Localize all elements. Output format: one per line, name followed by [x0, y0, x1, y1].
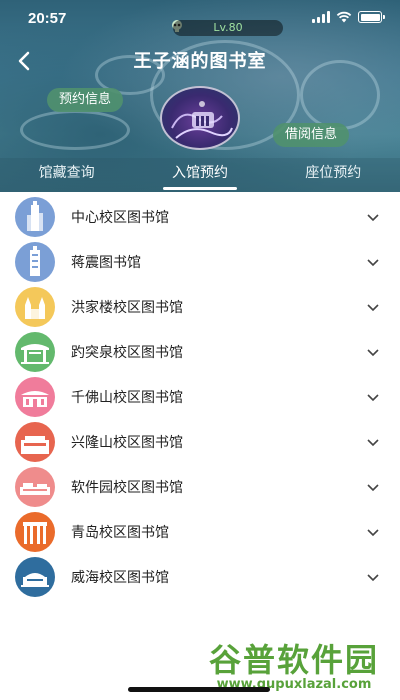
- chevron-down-icon[interactable]: [366, 525, 380, 539]
- library-name: 青岛校区图书馆: [71, 524, 169, 541]
- library-name: 千佛山校区图书馆: [71, 389, 183, 406]
- home-indicator[interactable]: [128, 687, 270, 692]
- library-building-icon: [15, 421, 55, 462]
- library-building-icon: [15, 331, 55, 372]
- library-name: 蒋震图书馆: [71, 254, 141, 271]
- library-building-icon: [15, 511, 55, 552]
- site-watermark: 谷普软件园 www.gupuxlazal.com: [196, 635, 392, 692]
- library-building-icon: [15, 286, 55, 327]
- library-item-qianfoshan[interactable]: 千佛山校区图书馆: [0, 374, 400, 419]
- watermark-brand: 谷普软件园: [208, 641, 379, 679]
- chevron-down-icon[interactable]: [366, 480, 380, 494]
- borrow-info-button[interactable]: 借阅信息: [273, 123, 350, 147]
- chevron-down-icon[interactable]: [366, 435, 380, 449]
- status-time: 20:57: [28, 10, 67, 27]
- library-item-baotuquan[interactable]: 趵突泉校区图书馆: [0, 329, 400, 374]
- library-item-software-park[interactable]: 软件园校区图书馆: [0, 464, 400, 509]
- level-badge: Lv.80: [173, 20, 283, 36]
- wifi-icon: [336, 11, 352, 23]
- library-name: 威海校区图书馆: [71, 569, 169, 586]
- reservation-info-button[interactable]: 预约信息: [47, 88, 124, 112]
- library-building-icon: [15, 556, 55, 597]
- chevron-down-icon[interactable]: [366, 345, 380, 359]
- library-name: 中心校区图书馆: [71, 209, 169, 226]
- library-name: 洪家楼校区图书馆: [71, 299, 183, 316]
- library-item-weihai[interactable]: 威海校区图书馆: [0, 554, 400, 599]
- tab-seat-reservation[interactable]: 座位预约: [267, 158, 400, 192]
- library-building-icon: [15, 376, 55, 417]
- chevron-down-icon[interactable]: [366, 300, 380, 314]
- tab-collection-search[interactable]: 馆藏查询: [0, 158, 133, 192]
- library-building-icon: [15, 241, 55, 282]
- avatar[interactable]: [160, 86, 240, 150]
- chevron-down-icon[interactable]: [366, 570, 380, 584]
- library-item-jiangzhen[interactable]: 蒋震图书馆: [0, 239, 400, 284]
- library-item-hongjialou[interactable]: 洪家楼校区图书馆: [0, 284, 400, 329]
- signal-icon: [312, 11, 330, 23]
- status-icons: [312, 11, 385, 23]
- library-list: 中心校区图书馆 蒋震图书馆 洪家楼校区图书馆 趵突泉校区图书馆 千佛山校区图书馆: [0, 194, 400, 599]
- page-title: 王子涵的图书室: [133, 51, 267, 72]
- chevron-down-icon[interactable]: [366, 255, 380, 269]
- library-item-central[interactable]: 中心校区图书馆: [0, 194, 400, 239]
- tab-bar: 馆藏查询 入馆预约 座位预约: [0, 158, 400, 192]
- chevron-down-icon[interactable]: [366, 390, 380, 404]
- chevron-down-icon[interactable]: [366, 210, 380, 224]
- battery-icon: [358, 11, 385, 23]
- library-name: 软件园校区图书馆: [71, 479, 183, 496]
- tab-entry-reservation[interactable]: 入馆预约: [133, 158, 266, 192]
- library-building-icon: [15, 466, 55, 507]
- profile-header: 20:57 Lv.80 王子涵的图书室 预约信息 借阅信息 馆藏查询 入馆预约 …: [0, 0, 400, 192]
- library-name: 趵突泉校区图书馆: [71, 344, 183, 361]
- library-building-icon: [15, 196, 55, 237]
- library-name: 兴隆山校区图书馆: [71, 434, 183, 451]
- decorative-swirl: [20, 110, 130, 150]
- library-item-qingdao[interactable]: 青岛校区图书馆: [0, 509, 400, 554]
- library-item-xinglongshan[interactable]: 兴隆山校区图书馆: [0, 419, 400, 464]
